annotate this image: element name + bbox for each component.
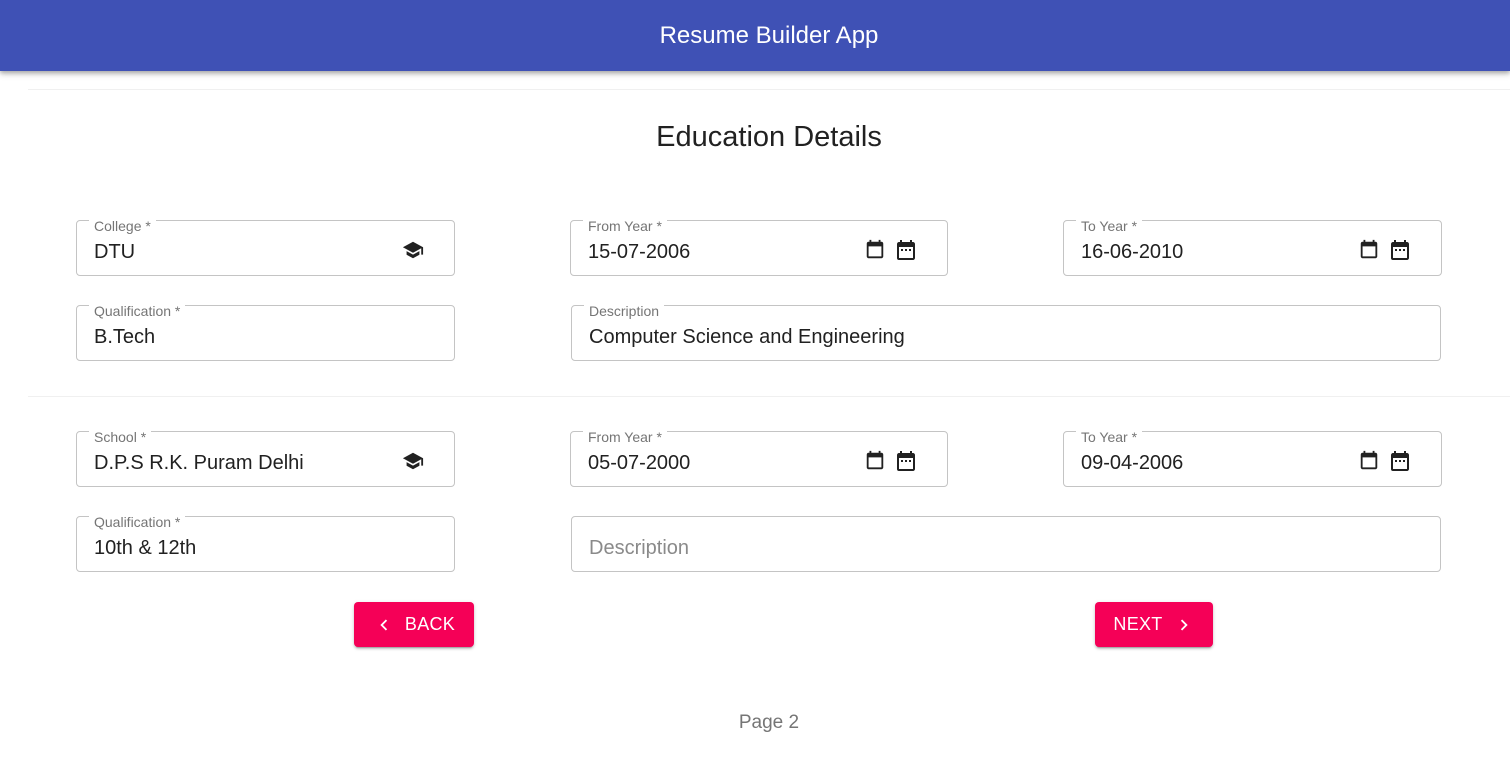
school-to-year-label: To Year * bbox=[1076, 429, 1143, 445]
back-button[interactable]: BACK bbox=[354, 602, 474, 647]
school-value: D.P.S R.K. Puram Delhi bbox=[94, 452, 304, 474]
graduation-cap-icon bbox=[402, 241, 424, 259]
next-button[interactable]: NEXT bbox=[1095, 602, 1213, 647]
school-label: School * bbox=[89, 429, 152, 445]
college-description-value: Computer Science and Engineering bbox=[589, 326, 905, 348]
school-from-year-field[interactable]: From Year * 05-07-2000 bbox=[570, 429, 948, 487]
college-to-year-value: 16-06-2010 bbox=[1081, 241, 1184, 263]
app-bar: Resume Builder App bbox=[0, 0, 1510, 71]
college-qualification-field[interactable]: Qualification * B.Tech bbox=[76, 303, 455, 361]
school-to-year-field[interactable]: To Year * 09-04-2006 bbox=[1063, 429, 1442, 487]
native-date-picker-icon[interactable] bbox=[864, 239, 886, 261]
school-to-year-value: 09-04-2006 bbox=[1081, 452, 1184, 474]
school-description-placeholder: Description bbox=[589, 537, 690, 559]
college-value: DTU bbox=[94, 241, 136, 263]
calendar-icon bbox=[897, 451, 915, 471]
calendar-icon bbox=[1391, 451, 1409, 471]
page-number: Page 2 bbox=[738, 712, 800, 733]
college-description-field[interactable]: Description Computer Science and Enginee… bbox=[571, 303, 1441, 361]
native-date-picker-icon[interactable] bbox=[1358, 450, 1380, 472]
calendar-icon bbox=[1391, 240, 1409, 260]
college-to-year-label: To Year * bbox=[1076, 218, 1143, 234]
school-from-year-value: 05-07-2000 bbox=[588, 452, 691, 474]
top-divider bbox=[28, 89, 1510, 90]
native-date-picker-icon[interactable] bbox=[1358, 239, 1380, 261]
college-description-label: Description bbox=[584, 303, 665, 319]
college-to-year-field[interactable]: To Year * 16-06-2010 bbox=[1063, 218, 1442, 276]
college-from-year-value: 15-07-2006 bbox=[588, 241, 691, 263]
school-description-field[interactable]: Description bbox=[571, 516, 1441, 572]
app-title: Resume Builder App bbox=[659, 21, 879, 49]
college-label: College * bbox=[89, 218, 156, 234]
chevron-right-icon bbox=[1180, 619, 1188, 630]
graduation-cap-icon bbox=[402, 452, 424, 470]
calendar-icon bbox=[897, 240, 915, 260]
college-field[interactable]: College * DTU bbox=[76, 218, 455, 276]
native-date-picker-icon[interactable] bbox=[864, 450, 886, 472]
school-qualification-field[interactable]: Qualification * 10th & 12th bbox=[76, 514, 455, 572]
back-button-label: BACK bbox=[404, 614, 456, 634]
next-button-label: NEXT bbox=[1113, 614, 1163, 634]
page-title: Education Details bbox=[656, 121, 882, 153]
school-qualification-label: Qualification * bbox=[89, 514, 186, 530]
college-qualification-value: B.Tech bbox=[94, 326, 156, 348]
section-divider bbox=[28, 396, 1510, 397]
college-qualification-label: Qualification * bbox=[89, 303, 186, 319]
school-field[interactable]: School * D.P.S R.K. Puram Delhi bbox=[76, 429, 455, 487]
chevron-left-icon bbox=[380, 619, 388, 630]
school-qualification-value: 10th & 12th bbox=[94, 537, 197, 559]
school-from-year-label: From Year * bbox=[583, 429, 667, 445]
college-from-year-field[interactable]: From Year * 15-07-2006 bbox=[570, 218, 948, 276]
college-from-year-label: From Year * bbox=[583, 218, 667, 234]
